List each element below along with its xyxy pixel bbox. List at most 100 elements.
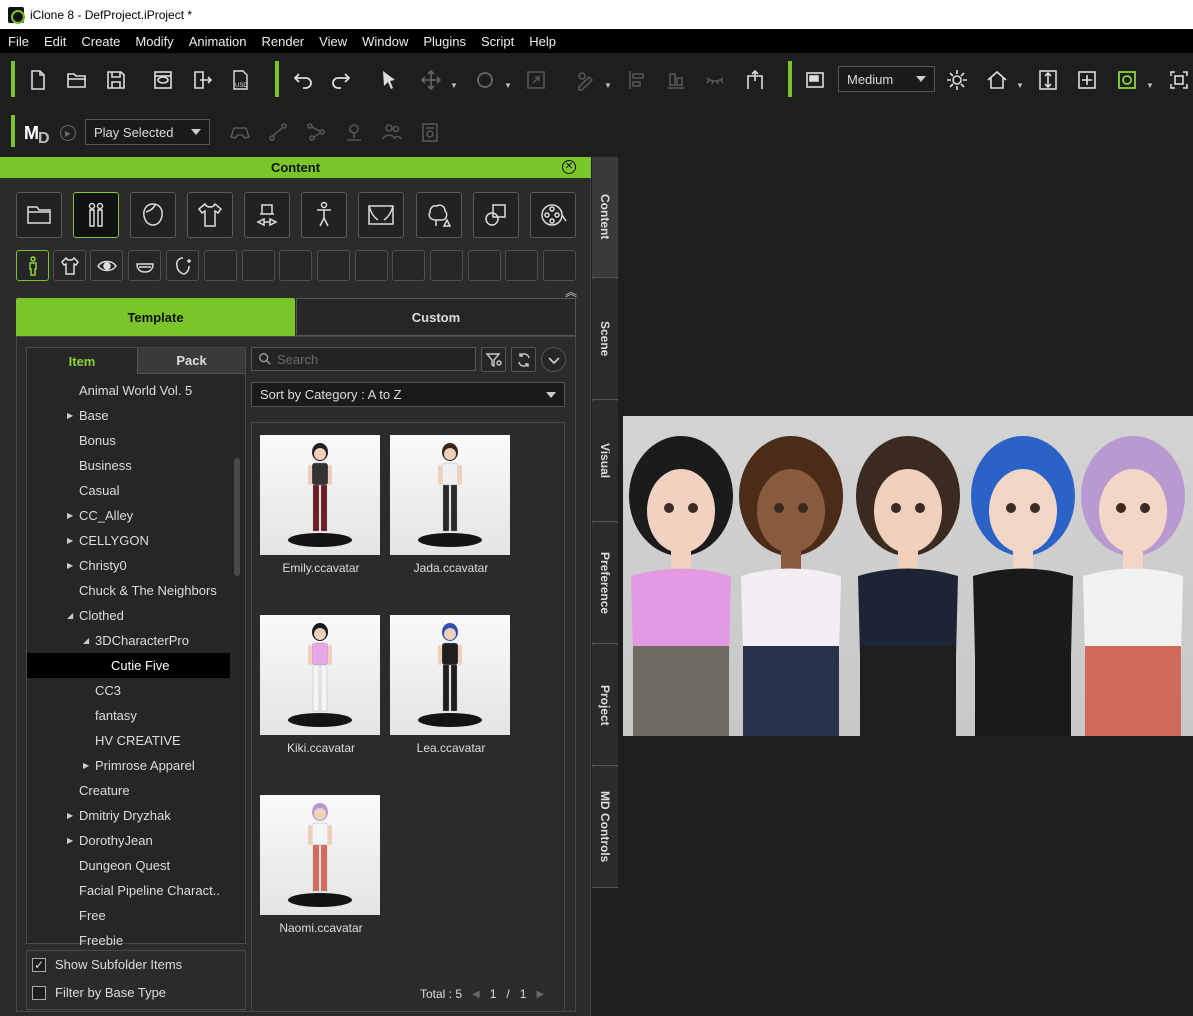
tab-template[interactable]: Template	[16, 298, 295, 336]
tree-item[interactable]: ◢ Clothed	[27, 603, 230, 628]
menu-plugins[interactable]: Plugins	[416, 34, 473, 49]
expand-arrow-icon[interactable]: ▶	[67, 411, 79, 420]
menu-animation[interactable]: Animation	[182, 34, 254, 49]
menu-create[interactable]: Create	[74, 34, 127, 49]
subcat-empty-slot[interactable]	[392, 250, 425, 281]
side-tab-content[interactable]: Content	[592, 157, 618, 278]
menu-modify[interactable]: Modify	[128, 34, 180, 49]
expand-arrow-icon[interactable]: ▶	[67, 836, 79, 845]
tree-item[interactable]: ▶ Base	[27, 403, 230, 428]
subcat-empty-slot[interactable]	[543, 250, 576, 281]
menu-window[interactable]: Window	[355, 34, 415, 49]
usd-export-icon[interactable]: USD	[226, 65, 256, 95]
tree-item[interactable]: ▶ Christy0	[27, 553, 230, 578]
fullscreen-icon[interactable]	[1164, 65, 1193, 95]
tree-item[interactable]: Facial Pipeline Charact..	[27, 878, 230, 903]
home-camera-icon[interactable]	[982, 65, 1012, 95]
category-stage-button[interactable]	[358, 192, 404, 238]
camera-orbit-icon[interactable]	[1112, 65, 1142, 95]
tree-item[interactable]: HV CREATIVE	[27, 728, 230, 753]
open-folder-icon[interactable]	[62, 65, 92, 95]
category-folder-button[interactable]	[16, 192, 62, 238]
new-file-icon[interactable]	[23, 65, 53, 95]
scale-icon[interactable]	[521, 65, 551, 95]
sun-light-icon[interactable]	[942, 65, 972, 95]
rotate-dropdown-icon[interactable]: ▼	[504, 81, 512, 90]
subcat-empty-slot[interactable]	[204, 250, 237, 281]
expand-arrow-icon[interactable]: ▶	[67, 811, 79, 820]
tree-item[interactable]: ▶ CELLYGON	[27, 528, 230, 553]
subcat-empty-slot[interactable]	[317, 250, 350, 281]
category-set-button[interactable]	[416, 192, 462, 238]
preview-icon[interactable]	[148, 65, 178, 95]
pin-path-icon[interactable]	[263, 117, 293, 147]
tree-item[interactable]: Dungeon Quest	[27, 853, 230, 878]
tree-item[interactable]: Creature	[27, 778, 230, 803]
node-link-icon[interactable]	[301, 117, 331, 147]
tab-item[interactable]: Item	[27, 348, 137, 374]
tree-scrollbar[interactable]	[234, 458, 240, 576]
side-tab-preference[interactable]: Preference	[592, 523, 618, 644]
show-subfolder-checkbox[interactable]: ✓	[32, 958, 46, 972]
category-motion-button[interactable]	[301, 192, 347, 238]
viewport-layout-icon[interactable]	[800, 65, 830, 95]
pan-view-icon[interactable]	[1072, 65, 1102, 95]
subcat-empty-slot[interactable]	[468, 250, 501, 281]
menu-view[interactable]: View	[312, 34, 354, 49]
location-icon[interactable]	[339, 117, 369, 147]
tree-item[interactable]: ▶ Primrose Apparel	[27, 753, 230, 778]
tree-item[interactable]: Cutie Five	[27, 653, 230, 678]
search-field[interactable]	[251, 347, 476, 371]
play-mode-select[interactable]: Play Selected	[85, 119, 210, 145]
menu-render[interactable]: Render	[255, 34, 312, 49]
edit-motion-icon[interactable]	[571, 65, 601, 95]
category-accessory-button[interactable]	[244, 192, 290, 238]
settings-sheet-icon[interactable]	[415, 117, 445, 147]
filter-button[interactable]	[481, 347, 506, 372]
subcat-empty-slot[interactable]	[430, 250, 463, 281]
avatar-card[interactable]: Lea.ccavatar	[390, 615, 512, 755]
prev-page-icon[interactable]: ◀	[472, 989, 480, 1000]
tree-item[interactable]: ▶ Dmitriy Dryzhak	[27, 803, 230, 828]
next-page-icon[interactable]: ▶	[536, 989, 544, 1000]
gamepad-icon[interactable]	[225, 117, 255, 147]
category-media-button[interactable]	[530, 192, 576, 238]
move-icon[interactable]	[416, 65, 446, 95]
sort-select[interactable]: Sort by Category : A to Z	[251, 382, 565, 407]
rotate-icon[interactable]	[470, 65, 500, 95]
viewport-character[interactable]	[856, 436, 960, 736]
marvelous-designer-icon[interactable]: MD	[24, 119, 54, 147]
side-tab-project[interactable]: Project	[592, 645, 618, 766]
edit-motion-dropdown-icon[interactable]: ▼	[604, 81, 612, 90]
drop-to-floor-icon[interactable]	[740, 65, 770, 95]
close-panel-icon[interactable]: ✕	[562, 160, 576, 174]
avatar-card[interactable]: Emily.ccavatar	[260, 435, 382, 575]
side-tab-scene[interactable]: Scene	[592, 279, 618, 400]
viewport-character[interactable]	[1081, 436, 1185, 736]
redo-icon[interactable]	[326, 65, 356, 95]
move-dropdown-icon[interactable]: ▼	[450, 81, 458, 90]
align-left-icon[interactable]	[622, 65, 652, 95]
camera-orbit-dropdown-icon[interactable]: ▼	[1146, 81, 1154, 90]
subcat-empty-slot[interactable]	[355, 250, 388, 281]
expand-arrow-icon[interactable]: ▶	[83, 761, 95, 770]
category-cloth-button[interactable]	[187, 192, 233, 238]
group-users-icon[interactable]	[377, 117, 407, 147]
search-input[interactable]	[277, 351, 467, 367]
fit-height-icon[interactable]	[1033, 65, 1063, 95]
tree-item[interactable]: Animal World Vol. 5	[27, 378, 230, 403]
viewport-character[interactable]	[739, 436, 843, 736]
export-icon[interactable]	[187, 65, 217, 95]
category-characters-button[interactable]	[73, 192, 119, 238]
home-camera-dropdown-icon[interactable]: ▼	[1016, 81, 1024, 90]
side-tab-visual[interactable]: Visual	[592, 401, 618, 522]
subcat-morph-button[interactable]	[166, 250, 199, 281]
align-center-icon[interactable]	[661, 65, 691, 95]
subcat-empty-slot[interactable]	[279, 250, 312, 281]
3d-viewport[interactable]	[623, 416, 1193, 736]
menu-script[interactable]: Script	[474, 34, 521, 49]
viewport-character[interactable]	[971, 436, 1075, 736]
tab-pack[interactable]: Pack	[137, 348, 245, 374]
tree-item[interactable]: ◢ 3DCharacterPro	[27, 628, 230, 653]
undo-icon[interactable]	[288, 65, 318, 95]
